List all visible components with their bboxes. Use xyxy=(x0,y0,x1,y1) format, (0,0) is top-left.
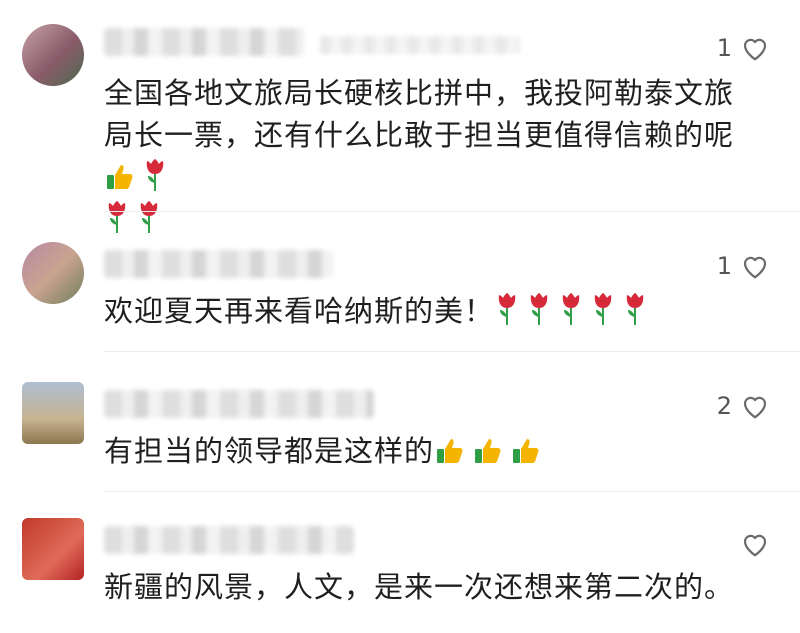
rose-icon xyxy=(594,293,612,325)
rose-icon xyxy=(146,159,164,191)
comment-text-content: 新疆的风景，人文，是来一次还想来第二次的。 xyxy=(104,570,735,604)
rose-icon xyxy=(530,293,548,325)
avatar[interactable] xyxy=(22,382,84,444)
username-blurred xyxy=(104,526,354,554)
comment-text: 有担当的领导都是这样的 xyxy=(104,430,740,472)
comment-item: 1 全国各地文旅局长硬核比拼中，我投阿勒泰文旅局长一票，还有什么比敢于担当更值得… xyxy=(0,0,800,233)
rose-icon xyxy=(562,293,580,325)
like-button[interactable]: 2 xyxy=(717,392,770,420)
comment-item: 2 有担当的领导都是这样的 xyxy=(0,352,800,492)
thumbs-up-icon xyxy=(513,439,539,463)
heart-outline-icon xyxy=(743,38,767,61)
thumbs-up-icon xyxy=(107,165,133,189)
avatar[interactable] xyxy=(22,242,84,304)
heart-outline-icon xyxy=(743,256,767,279)
comment-item: 1 欢迎夏天再来看哈纳斯的美！ xyxy=(0,212,800,352)
timestamp-blurred xyxy=(320,36,520,54)
heart-outline-icon xyxy=(743,396,767,419)
like-button[interactable] xyxy=(732,530,770,558)
username-blurred xyxy=(104,250,334,278)
thumbs-up-icon xyxy=(475,439,501,463)
like-count: 1 xyxy=(716,252,732,280)
avatar[interactable] xyxy=(22,24,84,86)
thumbs-up-icon xyxy=(437,439,463,463)
rose-icon xyxy=(498,293,516,325)
comment-item: 新疆的风景，人文，是来一次还想来第二次的。 xyxy=(0,492,800,633)
comment-text-content: 有担当的领导都是这样的 xyxy=(104,434,435,468)
rose-icon xyxy=(626,293,644,325)
like-count: 2 xyxy=(716,392,732,420)
heart-outline-icon xyxy=(743,534,767,557)
like-count: 1 xyxy=(716,34,732,62)
like-button[interactable]: 1 xyxy=(717,34,770,62)
username-blurred xyxy=(104,390,374,418)
like-button[interactable]: 1 xyxy=(717,252,770,280)
comment-text-content: 欢迎夏天再来看哈纳斯的美！ xyxy=(104,294,495,328)
comment-text: 欢迎夏天再来看哈纳斯的美！ xyxy=(104,290,740,332)
comment-text-content: 全国各地文旅局长硬核比拼中，我投阿勒泰文旅局长一票，还有什么比敢于担当更值得信赖… xyxy=(104,76,735,152)
avatar[interactable] xyxy=(22,518,84,580)
username-blurred xyxy=(104,28,304,56)
comment-text: 新疆的风景，人文，是来一次还想来第二次的。 xyxy=(104,566,740,608)
